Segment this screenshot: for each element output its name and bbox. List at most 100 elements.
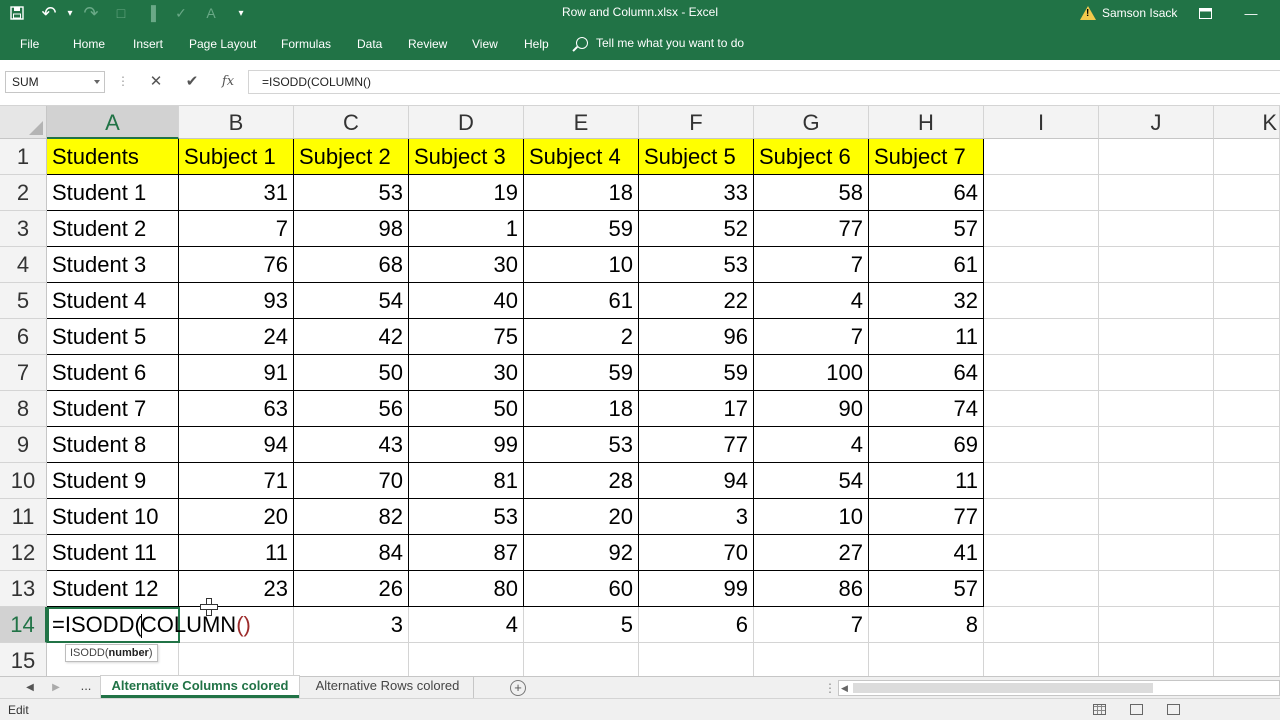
cell-j4[interactable] xyxy=(1099,247,1214,283)
tab-data[interactable]: Data xyxy=(357,26,382,60)
cell-g9[interactable]: 4 xyxy=(754,427,869,463)
cell-k10[interactable] xyxy=(1214,463,1280,499)
cell-j13[interactable] xyxy=(1099,571,1214,607)
undo-dropdown-icon[interactable]: ▾ xyxy=(64,0,76,26)
minimize-button[interactable]: — xyxy=(1228,0,1274,26)
cell-g2[interactable]: 58 xyxy=(754,175,869,211)
row-header-5[interactable]: 5 xyxy=(0,283,47,319)
cell-j8[interactable] xyxy=(1099,391,1214,427)
cell-i12[interactable] xyxy=(984,535,1099,571)
cell-b5[interactable]: 93 xyxy=(179,283,294,319)
cell-h1[interactable]: Subject 7 xyxy=(869,139,984,175)
cell-g3[interactable]: 77 xyxy=(754,211,869,247)
cell-i3[interactable] xyxy=(984,211,1099,247)
formula-input[interactable]: =ISODD(COLUMN() xyxy=(248,70,1280,94)
cell-j9[interactable] xyxy=(1099,427,1214,463)
cell-g7[interactable]: 100 xyxy=(754,355,869,391)
cell-k4[interactable] xyxy=(1214,247,1280,283)
cell-k12[interactable] xyxy=(1214,535,1280,571)
cell-g13[interactable]: 86 xyxy=(754,571,869,607)
row-header-9[interactable]: 9 xyxy=(0,427,47,463)
row-header-3[interactable]: 3 xyxy=(0,211,47,247)
cell-j3[interactable] xyxy=(1099,211,1214,247)
cell-c10[interactable]: 70 xyxy=(294,463,409,499)
horizontal-scroll-thumb[interactable] xyxy=(853,683,1153,693)
cell-i8[interactable] xyxy=(984,391,1099,427)
cell-h9[interactable]: 69 xyxy=(869,427,984,463)
cell-a8[interactable]: Student 7 xyxy=(47,391,179,427)
column-header-d[interactable]: D xyxy=(409,106,524,139)
cell-i7[interactable] xyxy=(984,355,1099,391)
row-header-11[interactable]: 11 xyxy=(0,499,47,535)
cell-f2[interactable]: 33 xyxy=(639,175,754,211)
tab-page-layout[interactable]: Page Layout xyxy=(189,26,256,60)
cell-c7[interactable]: 50 xyxy=(294,355,409,391)
cell-h12[interactable]: 41 xyxy=(869,535,984,571)
cell-k14[interactable] xyxy=(1214,607,1280,643)
column-header-i[interactable]: I xyxy=(984,106,1099,139)
cell-e8[interactable]: 18 xyxy=(524,391,639,427)
normal-view-icon[interactable] xyxy=(1093,704,1106,715)
cell-a3[interactable]: Student 2 xyxy=(47,211,179,247)
cell-h6[interactable]: 11 xyxy=(869,319,984,355)
cell-k5[interactable] xyxy=(1214,283,1280,319)
cell-b6[interactable]: 24 xyxy=(179,319,294,355)
cell-d15[interactable] xyxy=(409,643,524,678)
cell-c3[interactable]: 98 xyxy=(294,211,409,247)
cell-c5[interactable]: 54 xyxy=(294,283,409,319)
more-sheets-button[interactable]: ... xyxy=(72,676,100,698)
cell-a5[interactable]: Student 4 xyxy=(47,283,179,319)
cell-j2[interactable] xyxy=(1099,175,1214,211)
cell-i10[interactable] xyxy=(984,463,1099,499)
cell-c12[interactable]: 84 xyxy=(294,535,409,571)
cell-e15[interactable] xyxy=(524,643,639,678)
cell-e5[interactable]: 61 xyxy=(524,283,639,319)
cell-f14[interactable]: 6 xyxy=(639,607,754,643)
row-header-4[interactable]: 4 xyxy=(0,247,47,283)
column-header-f[interactable]: F xyxy=(639,106,754,139)
cell-d1[interactable]: Subject 3 xyxy=(409,139,524,175)
column-header-k[interactable]: K xyxy=(1214,106,1280,139)
cell-j10[interactable] xyxy=(1099,463,1214,499)
cell-c9[interactable]: 43 xyxy=(294,427,409,463)
cell-a12[interactable]: Student 11 xyxy=(47,535,179,571)
cell-f5[interactable]: 22 xyxy=(639,283,754,319)
cell-e11[interactable]: 20 xyxy=(524,499,639,535)
cell-e1[interactable]: Subject 4 xyxy=(524,139,639,175)
cell-d12[interactable]: 87 xyxy=(409,535,524,571)
horizontal-scrollbar[interactable]: ◀ xyxy=(838,680,1280,696)
cell-j11[interactable] xyxy=(1099,499,1214,535)
formula-bar-resize-handle[interactable]: ⋮ xyxy=(117,74,129,88)
cell-i1[interactable] xyxy=(984,139,1099,175)
cell-b13[interactable]: 23 xyxy=(179,571,294,607)
cell-k13[interactable] xyxy=(1214,571,1280,607)
scroll-right-icon[interactable]: ▶ xyxy=(44,677,68,699)
cell-k1[interactable] xyxy=(1214,139,1280,175)
cell-e3[interactable]: 59 xyxy=(524,211,639,247)
cell-c6[interactable]: 42 xyxy=(294,319,409,355)
scroll-left-icon[interactable]: ◀ xyxy=(18,677,42,699)
cell-c8[interactable]: 56 xyxy=(294,391,409,427)
cell-f15[interactable] xyxy=(639,643,754,678)
chevron-down-icon[interactable] xyxy=(94,80,100,84)
cell-g15[interactable] xyxy=(754,643,869,678)
page-layout-view-icon[interactable] xyxy=(1130,704,1143,715)
cell-i6[interactable] xyxy=(984,319,1099,355)
cell-h15[interactable] xyxy=(869,643,984,678)
cell-f8[interactable]: 17 xyxy=(639,391,754,427)
chart-icon[interactable]: ▐ xyxy=(136,0,166,26)
cell-a9[interactable]: Student 8 xyxy=(47,427,179,463)
cell-k7[interactable] xyxy=(1214,355,1280,391)
cell-h5[interactable]: 32 xyxy=(869,283,984,319)
cell-f12[interactable]: 70 xyxy=(639,535,754,571)
cell-f1[interactable]: Subject 5 xyxy=(639,139,754,175)
row-header-8[interactable]: 8 xyxy=(0,391,47,427)
column-header-g[interactable]: G xyxy=(754,106,869,139)
page-break-preview-icon[interactable] xyxy=(1167,704,1180,715)
cell-c15[interactable] xyxy=(294,643,409,678)
cell-g8[interactable]: 90 xyxy=(754,391,869,427)
save-icon[interactable] xyxy=(0,0,34,26)
cell-b8[interactable]: 63 xyxy=(179,391,294,427)
cell-a10[interactable]: Student 9 xyxy=(47,463,179,499)
cell-h3[interactable]: 57 xyxy=(869,211,984,247)
